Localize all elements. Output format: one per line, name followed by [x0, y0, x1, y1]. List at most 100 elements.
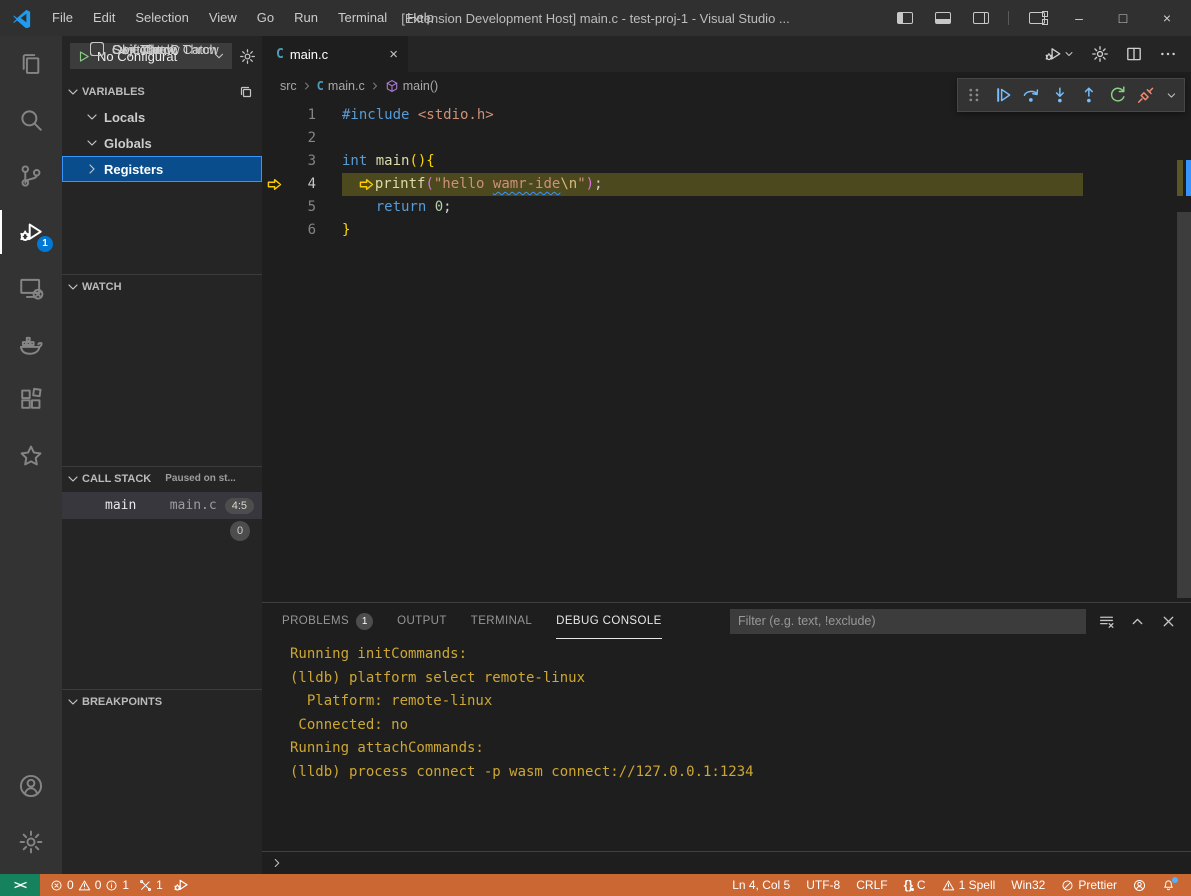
- tab-close-icon[interactable]: ×: [389, 46, 398, 63]
- extensions-icon[interactable]: [0, 372, 62, 428]
- menu-item[interactable]: Run: [284, 0, 328, 36]
- code-line: 2: [262, 127, 1191, 150]
- maximize-button[interactable]: □: [1101, 0, 1145, 36]
- close-panel-icon[interactable]: [1160, 613, 1177, 630]
- console-line: Running initCommands:: [290, 643, 1191, 667]
- tab-main-c[interactable]: C main.c ×: [262, 36, 408, 72]
- chevron-down-icon[interactable]: [1165, 89, 1178, 102]
- line-number[interactable]: 5: [262, 196, 316, 219]
- variables-item-locals[interactable]: Locals: [62, 104, 262, 130]
- explorer-icon[interactable]: [0, 36, 62, 92]
- titlebar: FileEditSelectionViewGoRunTerminalHelp […: [0, 0, 1191, 36]
- line-col-badge: 4:5: [225, 498, 254, 514]
- restart-icon[interactable]: [1108, 85, 1128, 105]
- menu-item[interactable]: File: [42, 0, 83, 36]
- toggle-panel-icon[interactable]: [935, 12, 951, 24]
- remote-indicator[interactable]: ><: [0, 874, 40, 896]
- platform-indicator[interactable]: Win32: [1011, 878, 1045, 892]
- tab-terminal[interactable]: TERMINAL: [471, 603, 532, 639]
- source-control-icon[interactable]: [0, 148, 62, 204]
- remote-explorer-icon[interactable]: [0, 260, 62, 316]
- debug-console-output: Running initCommands:(lldb) platform sel…: [262, 643, 1191, 850]
- line-number[interactable]: 1: [262, 104, 316, 127]
- tab-output[interactable]: OUTPUT: [397, 603, 447, 639]
- line-content: #include <stdio.h>: [316, 104, 494, 127]
- stack-frame-row[interactable]: main main.c 4:5: [62, 492, 262, 519]
- run-and-debug-icon[interactable]: 1: [0, 204, 62, 260]
- menu-item[interactable]: Selection: [125, 0, 198, 36]
- code-editor[interactable]: 1#include <stdio.h>23int main(){4 printf…: [262, 100, 1191, 602]
- vscode-window: { "colors": { "statusbar-bg": "#CA6733",…: [0, 0, 1191, 896]
- maximize-panel-icon[interactable]: [1129, 613, 1146, 630]
- copy-icon[interactable]: [238, 84, 254, 100]
- breakpoints-section-header[interactable]: BREAKPOINTS: [62, 689, 262, 713]
- status-bar: >< 0 0 1 1 Ln 4, Col 5 UTF-8 CRLF {} C 1…: [0, 874, 1191, 896]
- step-out-icon[interactable]: [1079, 85, 1099, 105]
- code-line: 6}: [262, 219, 1191, 242]
- close-button[interactable]: ×: [1145, 0, 1189, 36]
- disconnect-icon[interactable]: [1136, 85, 1156, 105]
- tab-debug-console[interactable]: DEBUG CONSOLE: [556, 603, 662, 639]
- section-title: WATCH: [82, 281, 122, 293]
- account-icon[interactable]: [0, 758, 62, 814]
- menu-item[interactable]: Terminal: [328, 0, 397, 36]
- line-number[interactable]: 2: [262, 127, 316, 150]
- breadcrumb-folder[interactable]: src: [280, 79, 297, 93]
- section-title: BREAKPOINTS: [82, 696, 162, 708]
- search-icon[interactable]: [0, 92, 62, 148]
- formatter-status[interactable]: Prettier: [1061, 878, 1117, 892]
- variables-item-globals[interactable]: Globals: [62, 130, 262, 156]
- encoding-indicator[interactable]: UTF-8: [806, 878, 840, 892]
- console-line: Running attachCommands:: [290, 737, 1191, 761]
- menu-item[interactable]: Go: [247, 0, 284, 36]
- thread-row[interactable]: 0: [62, 521, 262, 545]
- breadcrumb-symbol[interactable]: main(): [403, 79, 438, 93]
- step-into-icon[interactable]: [1050, 85, 1070, 105]
- problems-status[interactable]: 0 0 1: [50, 878, 129, 892]
- line-number[interactable]: 6: [262, 219, 316, 242]
- eol-indicator[interactable]: CRLF: [856, 878, 887, 892]
- filter-input[interactable]: [730, 609, 1086, 634]
- favorites-icon[interactable]: [0, 428, 62, 484]
- ports-status[interactable]: 1: [139, 878, 163, 892]
- feedback-icon[interactable]: [1133, 879, 1146, 892]
- variables-item-registers[interactable]: Registers: [62, 156, 262, 182]
- error-icon: [50, 879, 63, 892]
- tab-problems[interactable]: PROBLEMS 1: [282, 603, 373, 639]
- menu-item[interactable]: Edit: [83, 0, 125, 36]
- minimize-button[interactable]: –: [1057, 0, 1101, 36]
- line-number[interactable]: 3: [262, 150, 316, 173]
- toggle-secondary-sidebar-icon[interactable]: [973, 12, 989, 24]
- more-actions-icon[interactable]: [1159, 45, 1177, 63]
- callstack-section-header[interactable]: CALL STACK Paused on st...: [62, 466, 262, 490]
- run-or-debug-button[interactable]: [1044, 45, 1075, 63]
- symbol-method-icon: [385, 79, 399, 93]
- continue-icon[interactable]: [993, 85, 1013, 105]
- toggle-sidebar-icon[interactable]: [897, 12, 913, 24]
- settings-gear-icon[interactable]: [1091, 45, 1109, 63]
- variables-section-header[interactable]: VARIABLES: [62, 80, 262, 104]
- window-title: [Extension Development Host] main.c - te…: [401, 11, 789, 26]
- breakpoint-row[interactable]: Swift Throw: [62, 36, 262, 62]
- cursor-position[interactable]: Ln 4, Col 5: [732, 878, 790, 892]
- menu-item[interactable]: View: [199, 0, 247, 36]
- clear-console-icon[interactable]: [1098, 613, 1115, 630]
- spell-checker-status[interactable]: 1 Spell: [942, 878, 996, 892]
- docker-icon[interactable]: [0, 316, 62, 372]
- settings-gear-icon[interactable]: [0, 814, 62, 870]
- debug-console-input[interactable]: [262, 851, 1191, 874]
- line-content: }: [316, 219, 350, 242]
- breadcrumb-file[interactable]: main.c: [328, 79, 365, 93]
- paused-status: Paused on st...: [165, 473, 236, 484]
- editor-actions: [1044, 36, 1191, 72]
- debug-session-status[interactable]: [173, 877, 189, 893]
- notifications-bell[interactable]: [1162, 879, 1175, 892]
- breakpoint-checkbox[interactable]: [90, 42, 104, 56]
- watch-section-header[interactable]: WATCH: [62, 274, 262, 298]
- language-mode[interactable]: {} C: [904, 878, 926, 892]
- editor-scrollbar[interactable]: [1177, 212, 1191, 598]
- step-over-icon[interactable]: [1021, 85, 1041, 105]
- drag-handle-icon[interactable]: [964, 85, 984, 105]
- customize-layout-icon[interactable]: [1029, 12, 1045, 24]
- split-editor-icon[interactable]: [1125, 45, 1143, 63]
